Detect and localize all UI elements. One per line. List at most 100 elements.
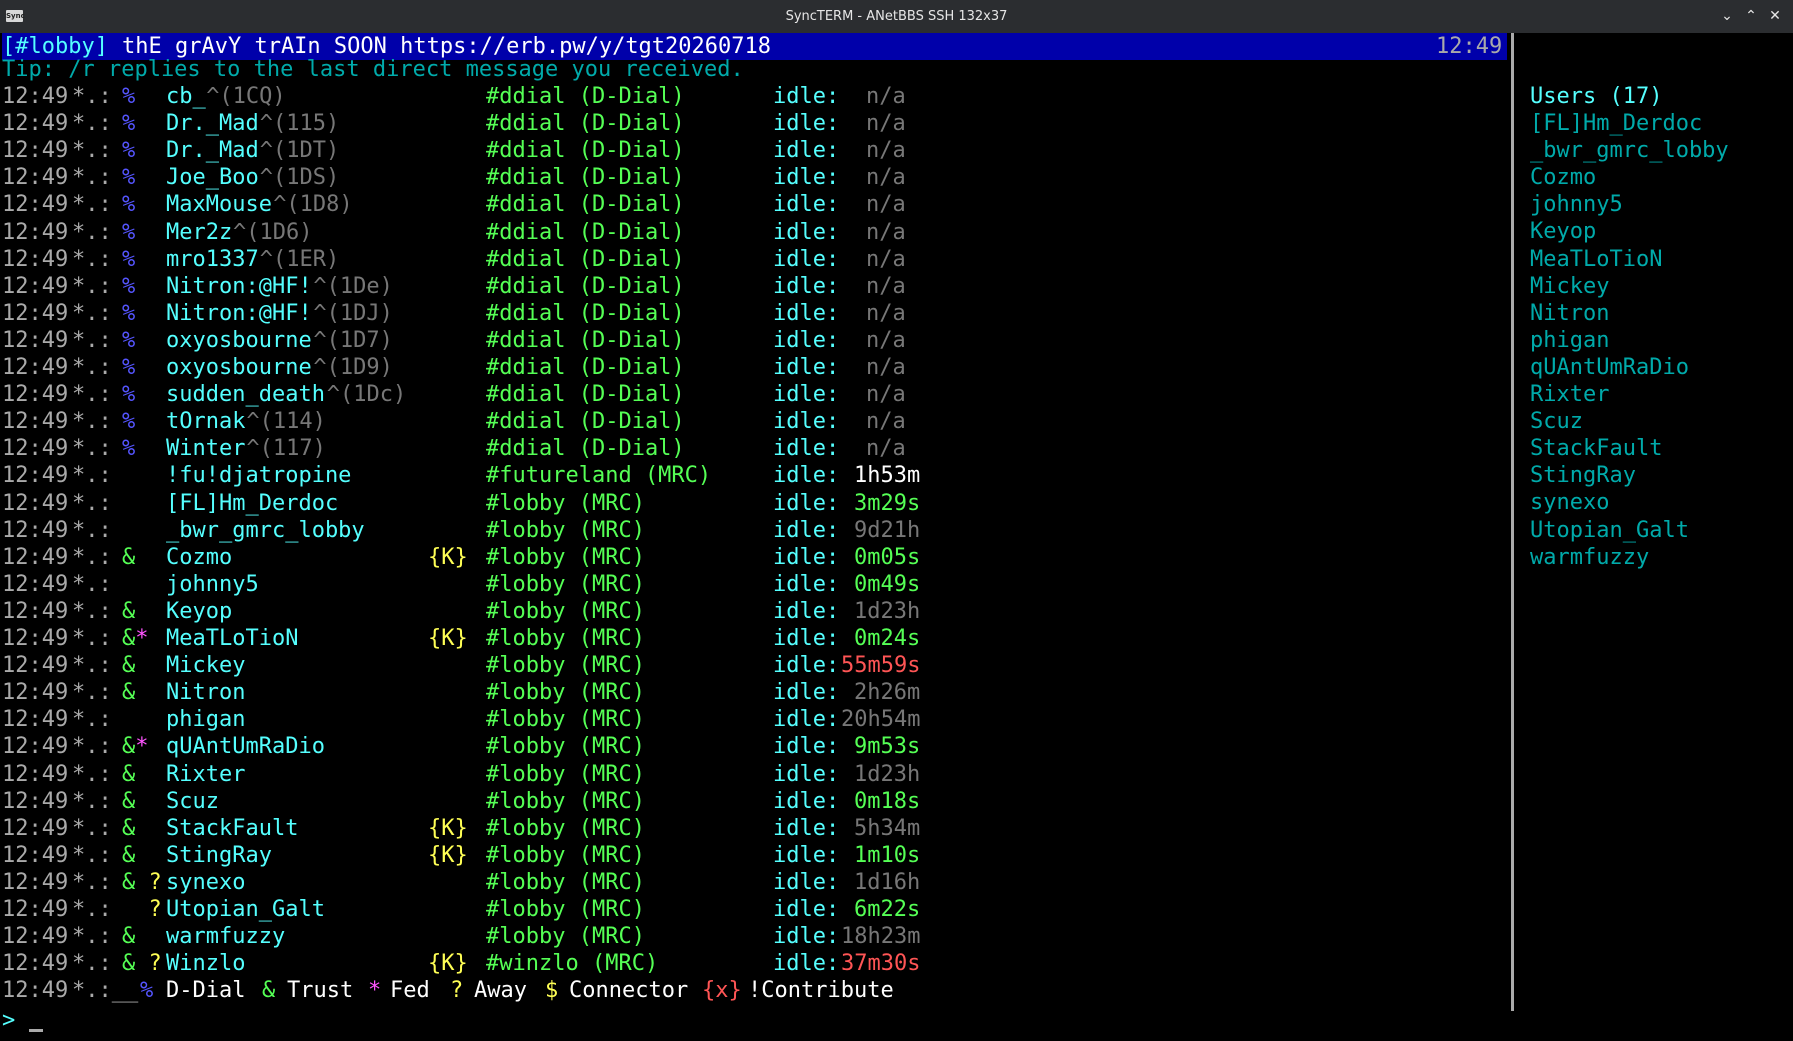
row-timestamp: 12:49 bbox=[2, 165, 69, 190]
row-idle-label: idle: bbox=[773, 111, 840, 136]
row-idle-value: 9d21h bbox=[854, 518, 921, 543]
user-list-item: synexo bbox=[1530, 490, 1610, 515]
legend-label: Connector bbox=[569, 978, 689, 1003]
legend-symbol: $ bbox=[545, 978, 559, 1003]
legend-symbol: % bbox=[140, 978, 154, 1003]
row-channel: #lobby (MRC) bbox=[486, 518, 645, 543]
row-separator: *.: bbox=[72, 138, 112, 163]
user-list-item: MeaTLoTioN bbox=[1530, 247, 1663, 272]
row-timestamp: 12:49 bbox=[2, 870, 69, 895]
row-timestamp: 12:49 bbox=[2, 924, 69, 949]
row-flags: & bbox=[122, 545, 136, 570]
row-nick-suffix: ^(1De) bbox=[313, 274, 393, 299]
row-nick: synexo bbox=[166, 870, 246, 895]
user-list-item: Cozmo bbox=[1530, 165, 1597, 190]
row-k-badge: {K} bbox=[428, 843, 468, 868]
row-separator: *.: bbox=[72, 328, 112, 353]
row-separator: *.: bbox=[72, 843, 112, 868]
terminal-screen[interactable]: [#lobby] thE grAvY trAIn SOON https://er… bbox=[0, 33, 1793, 1041]
row-separator: *.: bbox=[72, 491, 112, 516]
row-nick-suffix: ^(1DJ) bbox=[313, 301, 393, 326]
row-timestamp: 12:49 bbox=[2, 897, 69, 922]
row-flags: & ? bbox=[122, 951, 162, 976]
row-timestamp: 12:49 bbox=[2, 301, 69, 326]
row-channel: #ddial (D-Dial) bbox=[486, 165, 685, 190]
user-list-divider bbox=[1511, 33, 1514, 1011]
row-idle-value: n/a bbox=[866, 436, 906, 461]
maximize-button[interactable]: ⌃ bbox=[1740, 5, 1762, 27]
row-flags: % bbox=[122, 436, 136, 461]
row-flags: & bbox=[122, 789, 136, 814]
row-channel: #lobby (MRC) bbox=[486, 680, 645, 705]
row-timestamp: 12:49 bbox=[2, 518, 69, 543]
row-channel: #lobby (MRC) bbox=[486, 626, 645, 651]
row-idle-label: idle: bbox=[773, 192, 840, 217]
row-idle-value: 37m30s bbox=[841, 951, 921, 976]
row-separator: *.: bbox=[72, 518, 112, 543]
row-flags: % bbox=[122, 84, 136, 109]
row-timestamp: 12:49 bbox=[2, 707, 69, 732]
row-flags: % bbox=[122, 111, 136, 136]
row-timestamp: 12:49 bbox=[2, 328, 69, 353]
row-nick: cb_ bbox=[166, 84, 206, 109]
row-nick: warmfuzzy bbox=[166, 924, 286, 949]
row-channel: #futureland (MRC) bbox=[486, 463, 712, 488]
legend-label: Fed bbox=[390, 978, 430, 1003]
input-prompt: > bbox=[2, 1008, 16, 1033]
row-separator: *.: bbox=[72, 870, 112, 895]
close-button[interactable]: ✕ bbox=[1764, 5, 1786, 27]
row-separator: *.: bbox=[72, 653, 112, 678]
row-nick: MaxMouse bbox=[166, 192, 272, 217]
user-list-item: [FL]Hm_Derdoc bbox=[1530, 111, 1703, 136]
row-channel: #lobby (MRC) bbox=[486, 707, 645, 732]
row-idle-value: 0m24s bbox=[854, 626, 921, 651]
row-nick: mro1337 bbox=[166, 247, 259, 272]
row-idle-value: 3m29s bbox=[854, 491, 921, 516]
row-idle-label: idle: bbox=[773, 653, 840, 678]
row-timestamp: 12:49 bbox=[2, 653, 69, 678]
row-separator: *.: bbox=[72, 897, 112, 922]
row-timestamp: 12:49 bbox=[2, 436, 69, 461]
row-timestamp: 12:49 bbox=[2, 843, 69, 868]
row-idle-value: n/a bbox=[866, 247, 906, 272]
input-cursor[interactable] bbox=[29, 1029, 43, 1032]
row-separator: *.: bbox=[72, 924, 112, 949]
row-flags: &* bbox=[122, 626, 149, 651]
row-timestamp: 12:49 bbox=[2, 247, 69, 272]
row-nick: Rixter bbox=[166, 762, 246, 787]
row-separator: *.: bbox=[72, 789, 112, 814]
row-timestamp: 12:49 bbox=[2, 491, 69, 516]
row-idle-label: idle: bbox=[773, 870, 840, 895]
legend-timestamp: 12:49 bbox=[2, 978, 69, 1003]
row-nick: [FL]Hm_Derdoc bbox=[166, 491, 339, 516]
row-timestamp: 12:49 bbox=[2, 626, 69, 651]
row-timestamp: 12:49 bbox=[2, 409, 69, 434]
row-nick: oxyosbourne bbox=[166, 328, 312, 353]
row-nick: Winter bbox=[166, 436, 246, 461]
row-idle-value: n/a bbox=[866, 328, 906, 353]
row-channel: #lobby (MRC) bbox=[486, 870, 645, 895]
user-list-item: Scuz bbox=[1530, 409, 1583, 434]
row-idle-value: 1m10s bbox=[854, 843, 921, 868]
row-idle-label: idle: bbox=[773, 626, 840, 651]
legend-label: !Contribute bbox=[748, 978, 894, 1003]
row-idle-label: idle: bbox=[773, 274, 840, 299]
row-separator: *.: bbox=[72, 572, 112, 597]
user-list-item: johnny5 bbox=[1530, 192, 1623, 217]
row-timestamp: 12:49 bbox=[2, 111, 69, 136]
row-nick: Dr._Mad bbox=[166, 111, 259, 136]
row-nick: Utopian_Galt bbox=[166, 897, 325, 922]
row-flags: & bbox=[122, 599, 136, 624]
row-k-badge: {K} bbox=[428, 951, 468, 976]
row-nick: qUAntUmRaDio bbox=[166, 734, 325, 759]
row-idle-label: idle: bbox=[773, 599, 840, 624]
row-separator: *.: bbox=[72, 816, 112, 841]
row-idle-value: 20h54m bbox=[841, 707, 921, 732]
row-idle-label: idle: bbox=[773, 382, 840, 407]
minimize-button[interactable]: ⌄ bbox=[1716, 5, 1738, 27]
legend-separator: *.:__ bbox=[72, 978, 139, 1003]
legend-symbol: ? bbox=[450, 978, 464, 1003]
row-separator: *.: bbox=[72, 111, 112, 136]
row-channel: #ddial (D-Dial) bbox=[486, 247, 685, 272]
row-flags: & ? bbox=[122, 870, 162, 895]
